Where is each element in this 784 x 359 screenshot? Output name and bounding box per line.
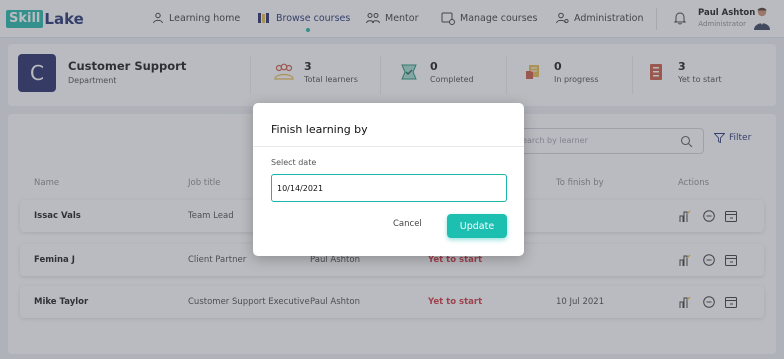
update-button[interactable]: Update (447, 214, 507, 238)
date-field-label: Select date (271, 158, 317, 167)
cancel-button[interactable]: Cancel (393, 219, 422, 229)
date-field[interactable] (271, 174, 507, 202)
dialog-title: Finish learning by (271, 123, 368, 136)
dialog-divider (253, 146, 524, 147)
finish-learning-by-dialog: Finish learning by Select date Cancel Up… (253, 103, 524, 256)
